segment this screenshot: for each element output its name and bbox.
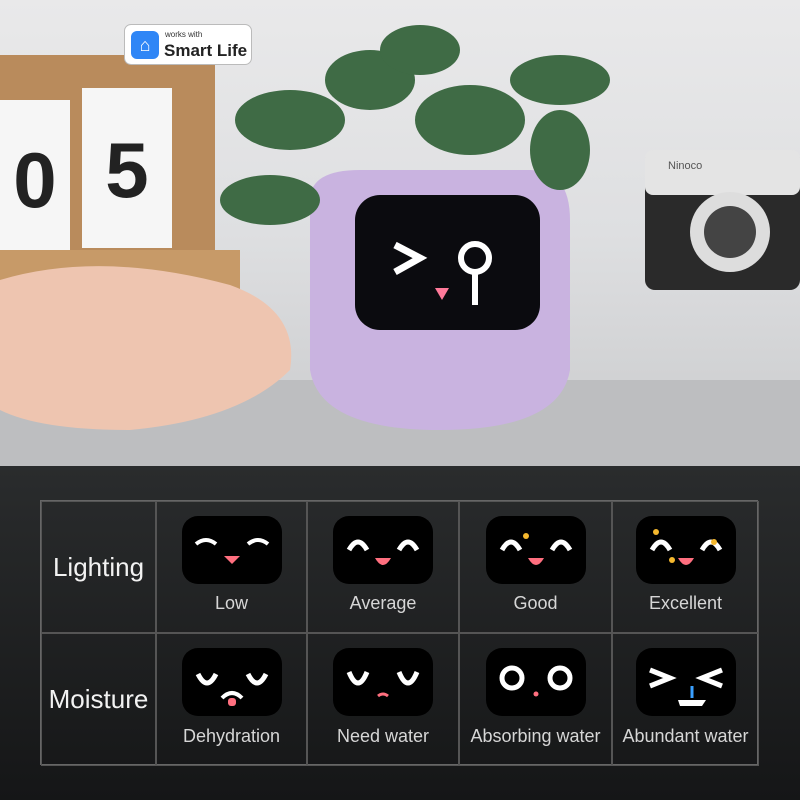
caption: Excellent <box>648 593 723 613</box>
table-cell: Need water <box>307 633 459 766</box>
table-cell: Dehydration <box>156 633 307 766</box>
caption: Absorbing water <box>470 726 601 746</box>
caption: Need water <box>336 726 430 746</box>
scene-illustration <box>0 25 800 430</box>
caption: Good <box>513 593 558 613</box>
home-icon: ⌂ <box>131 31 159 59</box>
table-cell: Absorbing water <box>459 633 612 766</box>
row-label: Moisture <box>41 633 156 766</box>
face-low-icon <box>181 516 282 584</box>
badge-brand: Smart Life <box>164 41 248 60</box>
table-cell: Excellent <box>612 501 759 633</box>
product-photo: 0 5 Ninoco ⌂ works with Smart Life <box>0 0 800 466</box>
caption: Low <box>214 593 249 613</box>
smart-life-badge: ⌂ works with Smart Life <box>124 24 252 65</box>
face-abundant-water-icon <box>635 648 736 716</box>
face-need-water-icon <box>333 648 433 716</box>
face-average-icon <box>333 516 433 584</box>
calendar-digit: 5 <box>105 126 149 214</box>
hand <box>0 266 292 430</box>
table-cell: Abundant water <box>612 633 759 766</box>
pot-screen <box>355 195 540 330</box>
caption: Dehydration <box>182 726 281 746</box>
caption: Average <box>349 593 417 613</box>
table-cell: Low <box>156 501 307 633</box>
expression-table: Lighting Low Average Good Excellent Mois… <box>40 500 759 766</box>
face-good-icon <box>485 516 586 584</box>
table-cell: Good <box>459 501 612 633</box>
caption: Abundant water <box>622 726 749 746</box>
face-dehydration-icon <box>181 648 282 716</box>
row-label: Lighting <box>41 501 156 633</box>
face-excellent-icon <box>635 516 736 584</box>
camera-brand: Ninoco <box>668 160 703 172</box>
face-absorbing-water-icon <box>485 648 586 716</box>
calendar-digit: 0 <box>13 136 57 224</box>
badge-subtitle: works with <box>165 30 203 39</box>
table-cell: Average <box>307 501 459 633</box>
